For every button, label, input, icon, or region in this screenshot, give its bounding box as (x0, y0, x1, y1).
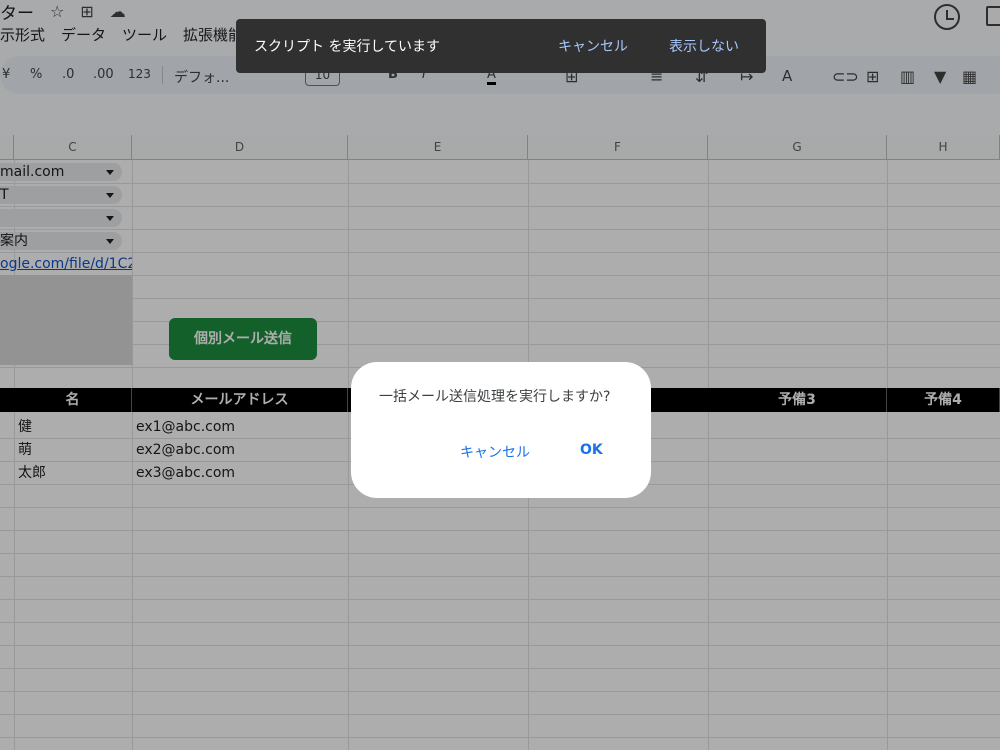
snackbar-cancel-button[interactable]: キャンセル (558, 36, 628, 56)
script-running-snackbar: スクリプト を実行しています キャンセル 表示しない (236, 19, 766, 73)
snackbar-dismiss-button[interactable]: 表示しない (669, 36, 739, 56)
snackbar-message: スクリプト を実行しています (254, 39, 441, 55)
dialog-message: 一括メール送信処理を実行しますか? (379, 389, 611, 405)
dialog-cancel-button[interactable]: キャンセル (460, 442, 530, 462)
confirm-dialog: 一括メール送信処理を実行しますか? キャンセル OK (351, 362, 651, 498)
dialog-ok-button[interactable]: OK (580, 442, 603, 458)
